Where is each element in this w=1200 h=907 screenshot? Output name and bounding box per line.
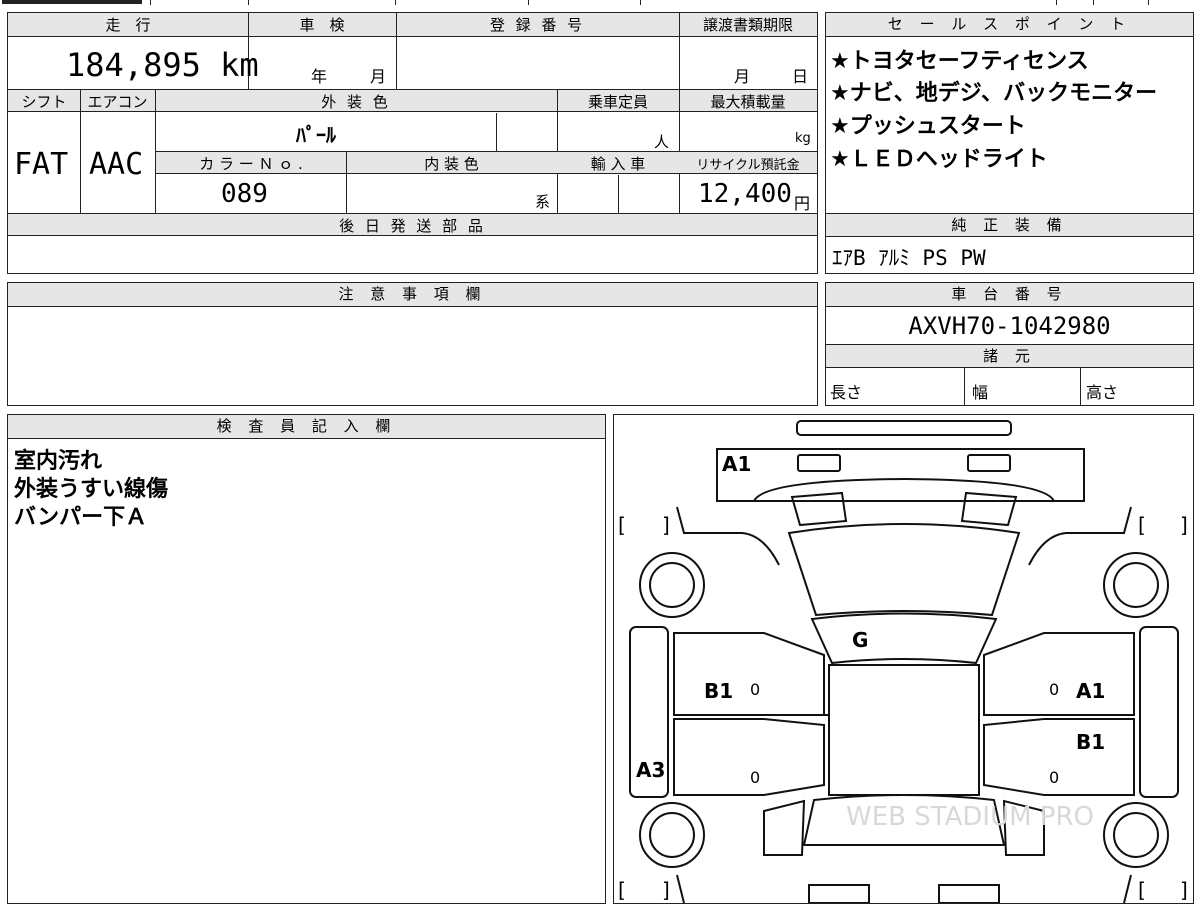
aircon-header: エアコン [87,93,148,111]
registration-header: 登 録 番 号 [489,16,586,34]
color-no-value: 089 [221,179,268,209]
bracket-mark: [ [1138,878,1146,902]
mileage-header: 走 行 [105,16,151,34]
exterior-color-header: 外 装 色 [321,93,391,111]
recycle-fee-value: 12,400 [698,179,792,209]
max-load-header: 最大積載量 [710,93,786,111]
shift-value: FAT [14,147,69,182]
inspector-panel: 検 査 員 記 入 欄 室内汚れ 外装うすい線傷 バンパー下Ａ [7,414,606,904]
sales-point-item: ★プッシュスタート [830,114,1026,139]
sales-points-panel: セ ー ル ス ポ イ ン ト ★トヨタセーフティセンス ★ナビ、地デジ、バック… [825,12,1194,274]
recycle-header: リサイクル預託金 [696,158,800,173]
capacity-unit: 人 [654,133,670,151]
shaken-header: 車 検 [299,16,345,34]
zero-mark: 0 [1049,768,1059,787]
recycle-fee-unit: 円 [794,194,811,213]
load-unit: kg [795,131,811,146]
mark-left-rocker: A3 [636,758,665,782]
chassis-number: AXVH70-1042980 [908,312,1111,340]
spec-width-label: 幅 [972,383,989,402]
bracket-mark: ] [1180,878,1188,902]
mark-right-rear-door: B1 [1076,730,1105,754]
shaken-year: 年 [311,67,328,86]
interior-suffix: 系 [535,193,551,211]
transfer-day: 日 [792,67,809,86]
bracket-mark: ] [1180,513,1188,537]
chassis-header: 車 台 番 号 [826,283,1193,307]
car-damage-diagram: [ ] [ ] [ ] [ ] A1 G B1 A1 B1 A3 0 0 0 0… [613,414,1194,904]
top-strip [0,0,1200,5]
inspector-header: 検 査 員 記 入 欄 [8,415,605,439]
transfer-month: 月 [734,67,751,86]
inspector-note-line: バンパー下Ａ [14,505,148,530]
mark-right-front-door: A1 [1076,679,1105,703]
zero-mark: 0 [1049,680,1059,699]
bracket-mark: [ [1138,513,1146,537]
parts-later-header: 後 日 発 送 部 品 [339,217,486,235]
sales-point-item: ★トヨタセーフティセンス [830,49,1089,74]
zero-mark: 0 [750,768,760,787]
sales-point-item: ★ナビ、地デジ、バックモニター [830,81,1158,106]
mileage-value: 184,895 km [66,46,259,84]
watermark: WEB STADIUM PRO [846,802,1094,832]
chassis-panel: 車 台 番 号 AXVH70-1042980 諸 元 長さ 幅 高さ [825,282,1194,406]
mark-windshield: G [852,628,868,652]
mark-left-front-door: B1 [704,679,733,703]
aircon-value: AAC [89,147,144,182]
car-outline-drawing: [ ] [ ] [ ] [ ] A1 G B1 A1 B1 A3 0 0 0 0… [618,420,1188,904]
specs-header: 諸 元 [826,345,1193,368]
bracket-mark: ] [662,513,670,537]
notes-header: 注 意 事 項 欄 [8,283,817,307]
bracket-mark: [ [618,513,626,537]
interior-color-header: 内 装 色 [424,155,479,173]
equipment-value: ｴｱB ｱﾙﾐ PS PW [832,246,986,270]
bracket-mark: ] [662,878,670,902]
spec-length-label: 長さ [830,383,863,402]
bracket-mark: [ [618,878,626,902]
vehicle-info-table: 走 行 車 検 登 録 番 号 譲渡書類期限 184,895 km 年 月 月 … [7,12,818,274]
spec-height-label: 高さ [1086,383,1119,402]
sales-point-item: ★ＬＥＤヘッドライト [830,147,1048,172]
import-header: 輸 入 車 [590,155,646,173]
notes-panel: 注 意 事 項 欄 [7,282,818,406]
exterior-color-value: ﾊﾟｰﾙ [296,123,336,147]
equipment-header: 純 正 装 備 [826,214,1193,237]
shaken-month: 月 [370,67,387,86]
mark-front: A1 [722,452,751,476]
shift-header: シフト [21,93,67,111]
sales-points-header: セ ー ル ス ポ イ ン ト [826,13,1193,37]
zero-mark: 0 [750,680,760,699]
color-no-header: カ ラ ー Ｎ ｏ . [199,155,303,173]
transfer-deadline-header: 譲渡書類期限 [702,16,793,34]
capacity-header: 乗車定員 [587,93,648,111]
